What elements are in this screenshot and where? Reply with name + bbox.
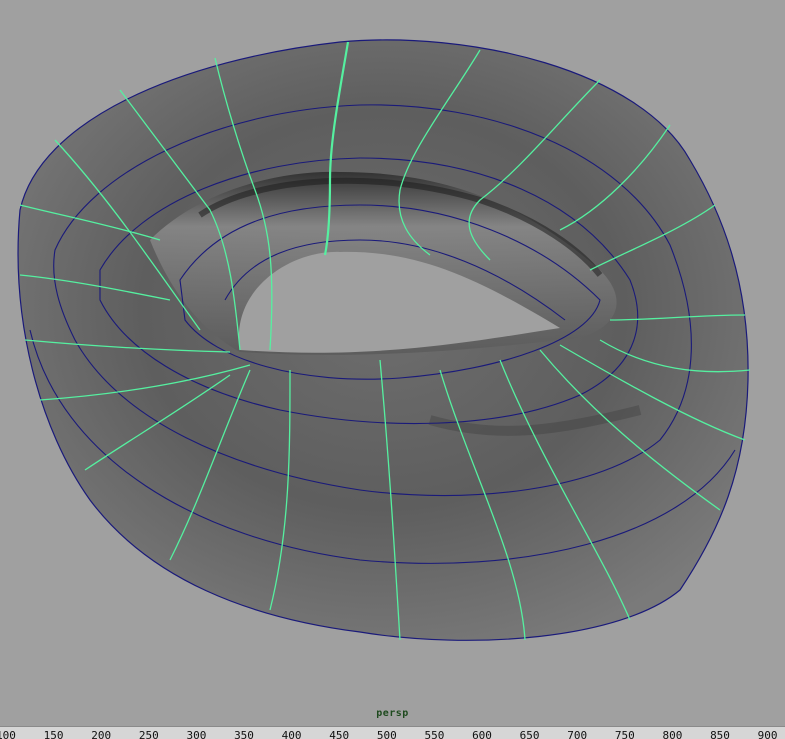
torus-surface [17,39,749,641]
camera-label: persp [376,708,409,719]
time-slider[interactable]: 1001502002503003504004505005506006507007… [0,726,785,739]
nurbs-torus-mesh[interactable] [0,0,785,726]
perspective-viewport[interactable]: persp [0,0,785,726]
